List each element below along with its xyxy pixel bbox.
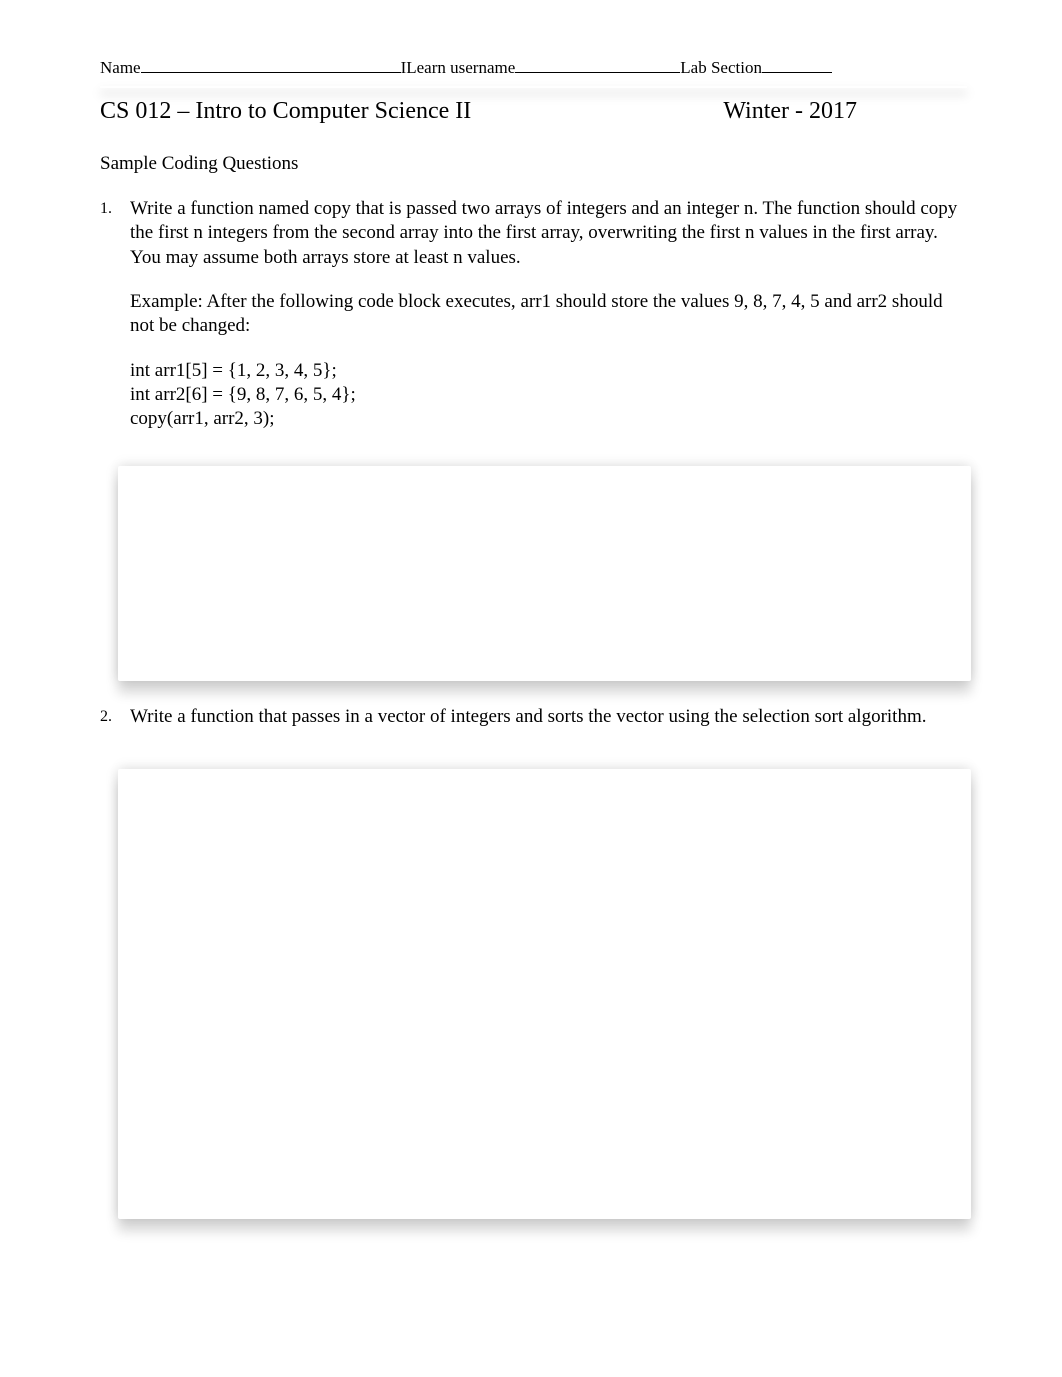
code-line: copy(arr1, arr2, 3); [130, 407, 967, 431]
question-text: Write a function named copy that is pass… [130, 197, 967, 270]
example-pre: Example: After the following code block … [130, 291, 520, 312]
question-number: 1. [100, 197, 130, 444]
name-blank [141, 59, 401, 73]
example-mid: should store the values 9, 8, 7, 4, 5 an… [551, 291, 857, 312]
question-number: 2. [100, 705, 130, 749]
section-heading: Sample Coding Questions [100, 153, 967, 175]
lab-section-label: Lab Section [680, 58, 762, 78]
course-sep: – [171, 98, 195, 124]
answer-box [118, 769, 971, 1219]
ilearn-blank [515, 59, 680, 73]
question-2: 2. Write a function that passes in a vec… [100, 705, 967, 1219]
code-line: int arr2[6] = {9, 8, 7, 6, 5, 4}; [130, 383, 967, 407]
course-title: CS 012 – Intro to Computer Science II [100, 98, 471, 125]
course-term: Winter - 2017 [723, 98, 857, 125]
example-arr1: arr1 [520, 291, 551, 312]
lab-section-blank [762, 59, 832, 73]
question-1: 1. Write a function named copy that is p… [100, 197, 967, 681]
code-block: int arr1[5] = {1, 2, 3, 4, 5}; int arr2[… [130, 359, 967, 432]
ilearn-label: ILearn username [401, 58, 516, 78]
answer-box [118, 466, 971, 681]
code-line: int arr1[5] = {1, 2, 3, 4, 5}; [130, 359, 967, 383]
question-text: Write a function that passes in a vector… [130, 705, 967, 729]
example-arr2: arr2 [857, 291, 888, 312]
header-divider [100, 86, 967, 88]
course-title-row: CS 012 – Intro to Computer Science II Wi… [100, 98, 967, 125]
course-code: CS 012 [100, 98, 171, 124]
name-label: Name [100, 58, 141, 78]
course-name: Intro to Computer Science II [195, 98, 471, 124]
question-example: Example: After the following code block … [130, 290, 967, 339]
header-fields: Name ILearn username Lab Section [100, 58, 967, 78]
